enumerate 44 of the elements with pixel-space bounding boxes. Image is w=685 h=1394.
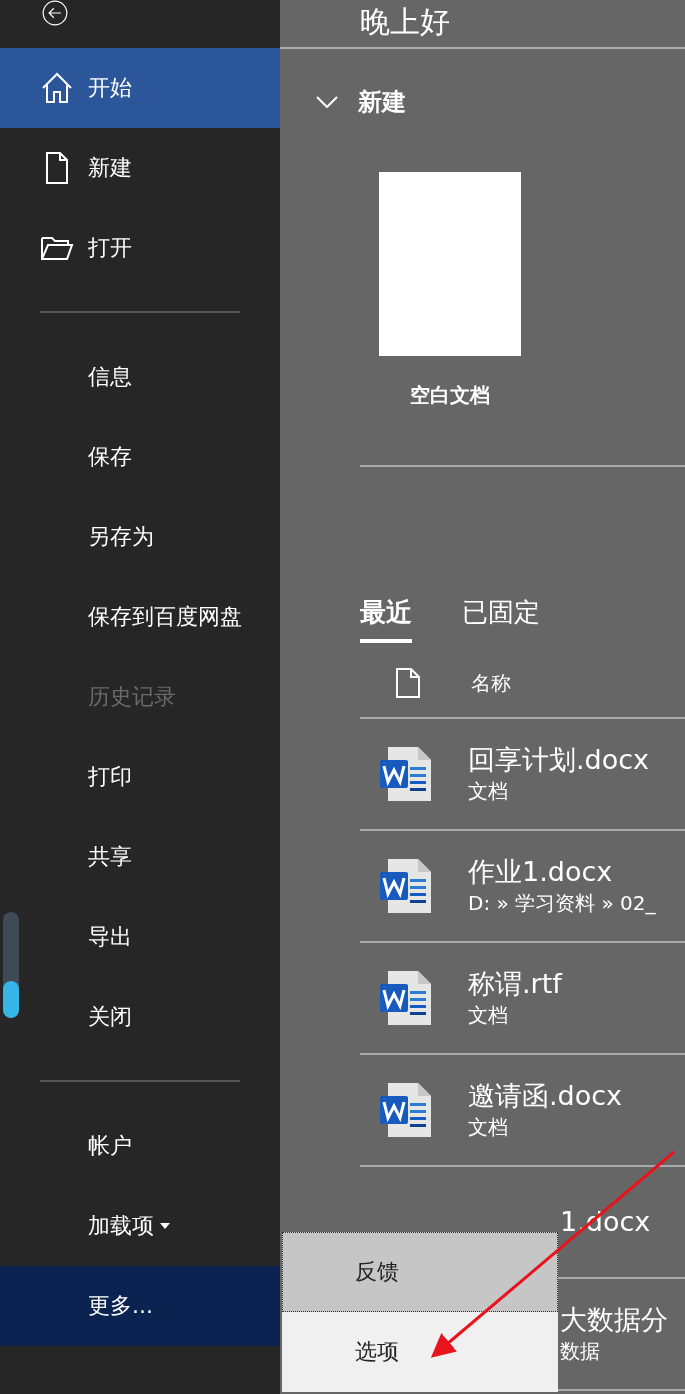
sidebar-item[interactable]: 打开 [0,208,280,288]
sidebar-item[interactable]: 开始 [0,48,280,128]
file-location: 文档 [468,1002,509,1029]
sidebar-item[interactable]: 导出 [0,897,280,977]
word-document-icon [380,969,432,1027]
file-location: 数据 [560,1338,601,1365]
sidebar-item[interactable]: 保存 [0,417,280,497]
greeting: 晚上好 [360,5,450,39]
section-title: 新建 [358,87,406,118]
file-row[interactable]: 邀请函.docx 文档 [360,1055,685,1167]
word-document-icon [380,857,432,915]
sidebar-item[interactable]: 打印 [0,737,280,817]
menu-item[interactable]: 反馈 [282,1232,558,1312]
file-name: 回享计划.docx [468,743,650,777]
file-name: 邀请函.docx [468,1079,623,1113]
sidebar-item[interactable]: 信息 [0,337,280,417]
file-row[interactable]: 作业1.docx D: » 学习资料 » 02_ [360,831,685,943]
tab[interactable]: 最近 [360,595,412,643]
file-row[interactable]: 称谓.rtf 文档 [360,943,685,1055]
blank-document-thumbnail[interactable] [379,172,521,356]
column-header[interactable]: 名称 [471,669,511,697]
file-name: 作业1.docx [468,855,614,889]
chevron-icon[interactable] [316,96,338,108]
slider-track[interactable] [3,912,19,1018]
page-icon [395,667,421,699]
sidebar-item[interactable]: 保存到百度网盘 [0,577,280,657]
sidebar-item[interactable]: 关闭 [0,977,280,1057]
sidebar-item[interactable]: 新建 [0,128,280,208]
file-location: 文档 [468,1114,509,1141]
file-row[interactable]: 回享计划.docx 文档 [360,719,685,831]
file-location: 文档 [468,778,509,805]
sidebar-item[interactable]: 更多... [0,1266,280,1346]
file-name: 大数据分 [560,1303,668,1337]
tab[interactable]: 已固定 [462,595,540,643]
sidebar-item[interactable]: 加载项 [0,1186,280,1266]
file-name: 称谓.rtf [468,967,562,1001]
sidebar-item[interactable]: 另存为 [0,497,280,577]
template-label[interactable]: 空白文档 [410,382,490,409]
sidebar-item[interactable]: 共享 [0,817,280,897]
word-document-icon [380,745,432,803]
sidebar-item[interactable]: 帐户 [0,1106,280,1186]
word-document-icon [380,1081,432,1139]
file-location: D: » 学习资料 » 02_ [468,890,656,917]
home-icon [40,71,74,105]
